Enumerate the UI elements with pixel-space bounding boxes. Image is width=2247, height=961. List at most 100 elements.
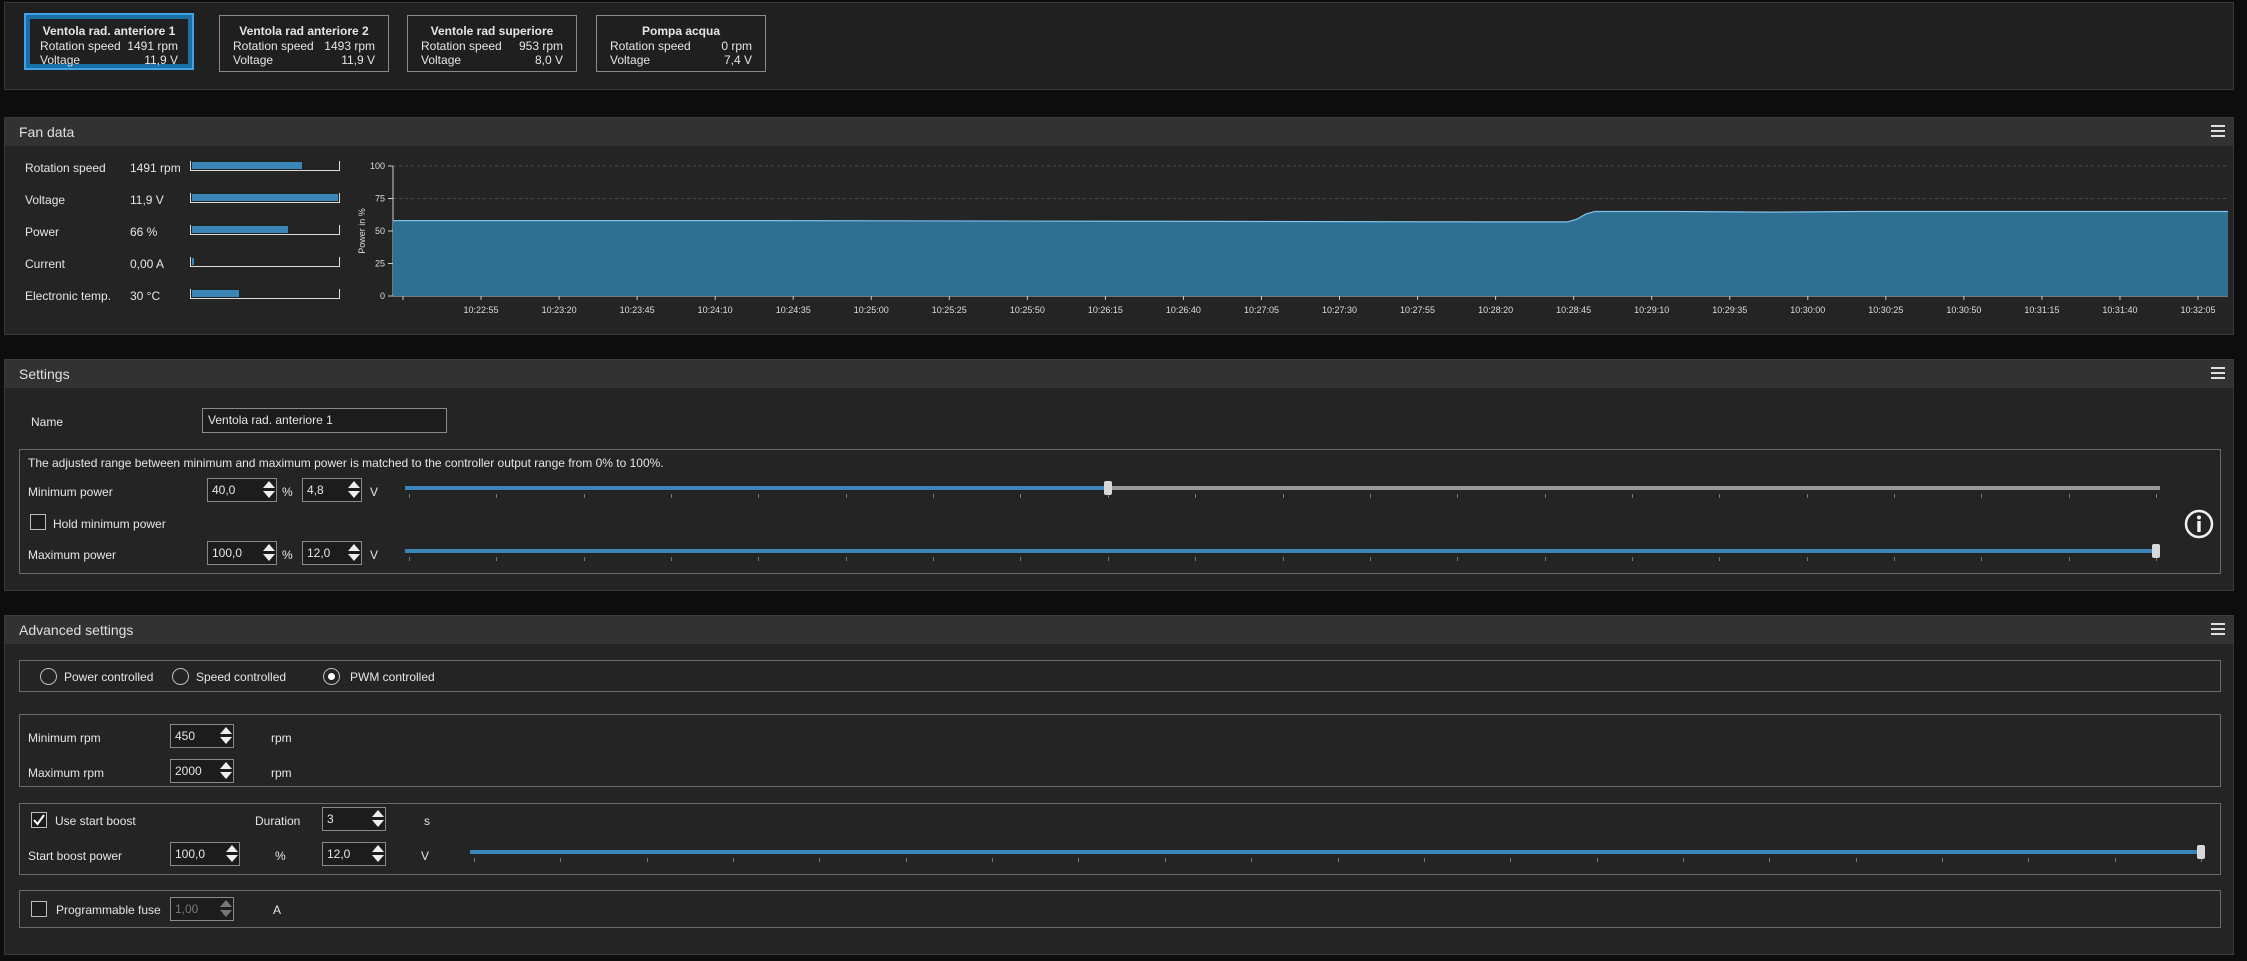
spin-up-icon[interactable] xyxy=(348,544,360,551)
name-input[interactable]: Ventola rad. anteriore 1 xyxy=(202,408,447,433)
stepper-value: 12,0 xyxy=(307,546,331,560)
fan-card-speed-label: Rotation speed xyxy=(421,39,502,53)
level-bar xyxy=(190,193,340,203)
level-bar xyxy=(190,257,340,267)
hold-min-power-checkbox[interactable] xyxy=(30,514,46,530)
spin-up-icon[interactable] xyxy=(372,810,384,817)
spin-up-icon[interactable] xyxy=(348,481,360,488)
spin-up-icon[interactable] xyxy=(220,762,232,769)
x-tick-label: 10:30:25 xyxy=(1868,305,1903,315)
spin-down-icon[interactable] xyxy=(226,855,238,862)
max-rpm-stepper[interactable]: 2000 xyxy=(170,759,234,783)
range-note: The adjusted range between minimum and m… xyxy=(28,456,664,470)
rpm-unit: rpm xyxy=(271,731,292,745)
boost-power-slider[interactable] xyxy=(470,845,2205,866)
spin-down-icon[interactable] xyxy=(372,855,384,862)
fan-card-4[interactable]: Pompa acqua Rotation speed 0 rpm Voltage 7… xyxy=(596,15,766,72)
info-icon[interactable] xyxy=(2184,509,2214,539)
fuse-group: Programmable fuse 1,00 A xyxy=(19,890,2221,928)
y-tick-label: 100 xyxy=(370,161,385,171)
x-tick-label: 10:25:00 xyxy=(854,305,889,315)
min-rpm-stepper[interactable]: 450 xyxy=(170,724,234,748)
spin-up-icon[interactable] xyxy=(263,544,275,551)
menu-icon[interactable] xyxy=(2211,367,2225,381)
advanced-settings-panel: Advanced settings Power controlled Speed… xyxy=(4,615,2234,955)
start-boost-checkbox[interactable] xyxy=(31,812,47,828)
spin-down-icon[interactable] xyxy=(220,737,232,744)
advanced-settings-header: Advanced settings xyxy=(5,616,2233,644)
fan-card-1[interactable]: Ventola rad. anteriore 1 Rotation speed 1… xyxy=(24,13,194,70)
max-rpm-label: Maximum rpm xyxy=(28,766,105,780)
fan-card-2[interactable]: Ventola rad anteriore 2 Rotation speed 14… xyxy=(219,15,389,72)
boost-power-pct-stepper[interactable]: 100,0 xyxy=(170,842,240,866)
stepper-value: 3 xyxy=(327,812,334,826)
level-bar-fill xyxy=(192,226,289,233)
slider-fill xyxy=(470,850,2197,854)
spin-down-icon[interactable] xyxy=(220,772,232,779)
slider-thumb[interactable] xyxy=(2197,845,2205,859)
spin-up-icon[interactable] xyxy=(372,845,384,852)
min-power-pct-stepper[interactable]: 40,0 xyxy=(207,478,277,502)
max-power-pct-stepper[interactable]: 100,0 xyxy=(207,541,277,565)
spin-up-icon[interactable] xyxy=(263,481,275,488)
fan-data-label: Electronic temp. xyxy=(25,289,112,303)
v-unit: V xyxy=(370,485,379,499)
radio-power-controlled[interactable] xyxy=(40,668,57,685)
stepper-value: 100,0 xyxy=(175,847,206,861)
fan-data-label: Voltage xyxy=(25,193,66,207)
fuse-unit: A xyxy=(273,903,282,917)
fan-card-voltage-label: Voltage xyxy=(421,53,462,67)
spin-down-icon[interactable] xyxy=(263,554,275,561)
min-power-v-stepper[interactable]: 4,8 xyxy=(302,478,362,502)
duration-stepper[interactable]: 3 xyxy=(322,807,386,831)
x-tick-label: 10:24:35 xyxy=(776,305,811,315)
radio-speed-controlled[interactable] xyxy=(172,668,189,685)
level-bar-fill xyxy=(192,258,194,265)
rpm-group: Minimum rpm 450 rpm Maximum rpm 2000 rpm xyxy=(19,714,2221,787)
max-power-v-stepper[interactable]: 12,0 xyxy=(302,541,362,565)
spin-down-icon[interactable] xyxy=(348,491,360,498)
spin-down-icon[interactable] xyxy=(263,491,275,498)
fan-card-voltage: 11,9 V xyxy=(341,53,375,67)
control-mode-group: Power controlled Speed controlled PWM co… xyxy=(19,660,2221,692)
min-power-slider[interactable] xyxy=(405,481,2160,502)
x-tick-label: 10:30:50 xyxy=(1946,305,1981,315)
menu-icon[interactable] xyxy=(2211,125,2225,139)
fan-data-value: 66 % xyxy=(130,225,158,239)
slider-thumb[interactable] xyxy=(1103,481,1112,495)
level-bar-fill xyxy=(192,290,239,297)
boost-power-v-stepper[interactable]: 12,0 xyxy=(322,842,386,866)
fan-card-name: Ventola rad. anteriore 1 xyxy=(42,24,176,38)
slider-thumb[interactable] xyxy=(2152,544,2160,558)
spin-up-icon[interactable] xyxy=(220,727,232,734)
stepper-value: 450 xyxy=(175,729,196,743)
v-unit: V xyxy=(421,849,430,863)
stepper-value: 1,00 xyxy=(175,902,199,916)
level-bar xyxy=(190,289,340,299)
max-power-slider[interactable] xyxy=(405,544,2160,565)
fan-data-value: 0,00 A xyxy=(130,257,165,271)
fan-card-voltage: 7,4 V xyxy=(723,53,752,67)
menu-icon[interactable] xyxy=(2211,623,2225,637)
fan-card-name: Ventole rad superiore xyxy=(430,24,554,38)
level-bar-fill xyxy=(192,194,338,201)
min-power-label: Minimum power xyxy=(28,485,113,499)
power-area xyxy=(393,211,2228,296)
x-tick-label: 10:31:40 xyxy=(2102,305,2137,315)
y-tick-label: 0 xyxy=(380,291,385,301)
x-tick-label: 10:22:55 xyxy=(464,305,499,315)
programmable-fuse-checkbox[interactable] xyxy=(31,901,47,917)
min-rpm-label: Minimum rpm xyxy=(28,731,101,745)
x-tick-label: 10:26:40 xyxy=(1166,305,1201,315)
spin-up-icon xyxy=(220,900,232,907)
x-tick-label: 10:31:15 xyxy=(2024,305,2059,315)
fan-card-3[interactable]: Ventole rad superiore Rotation speed 953 … xyxy=(407,15,577,72)
spin-down-icon[interactable] xyxy=(348,554,360,561)
fan-data-panel: Fan data Rotation speed 1491 rpm Voltage… xyxy=(4,117,2234,335)
stepper-value: 100,0 xyxy=(212,546,243,560)
spin-up-icon[interactable] xyxy=(226,845,238,852)
x-tick-label: 10:28:20 xyxy=(1478,305,1513,315)
radio-pwm-controlled[interactable] xyxy=(323,668,340,685)
spin-down-icon[interactable] xyxy=(372,820,384,827)
x-tick-label: 10:29:10 xyxy=(1634,305,1669,315)
